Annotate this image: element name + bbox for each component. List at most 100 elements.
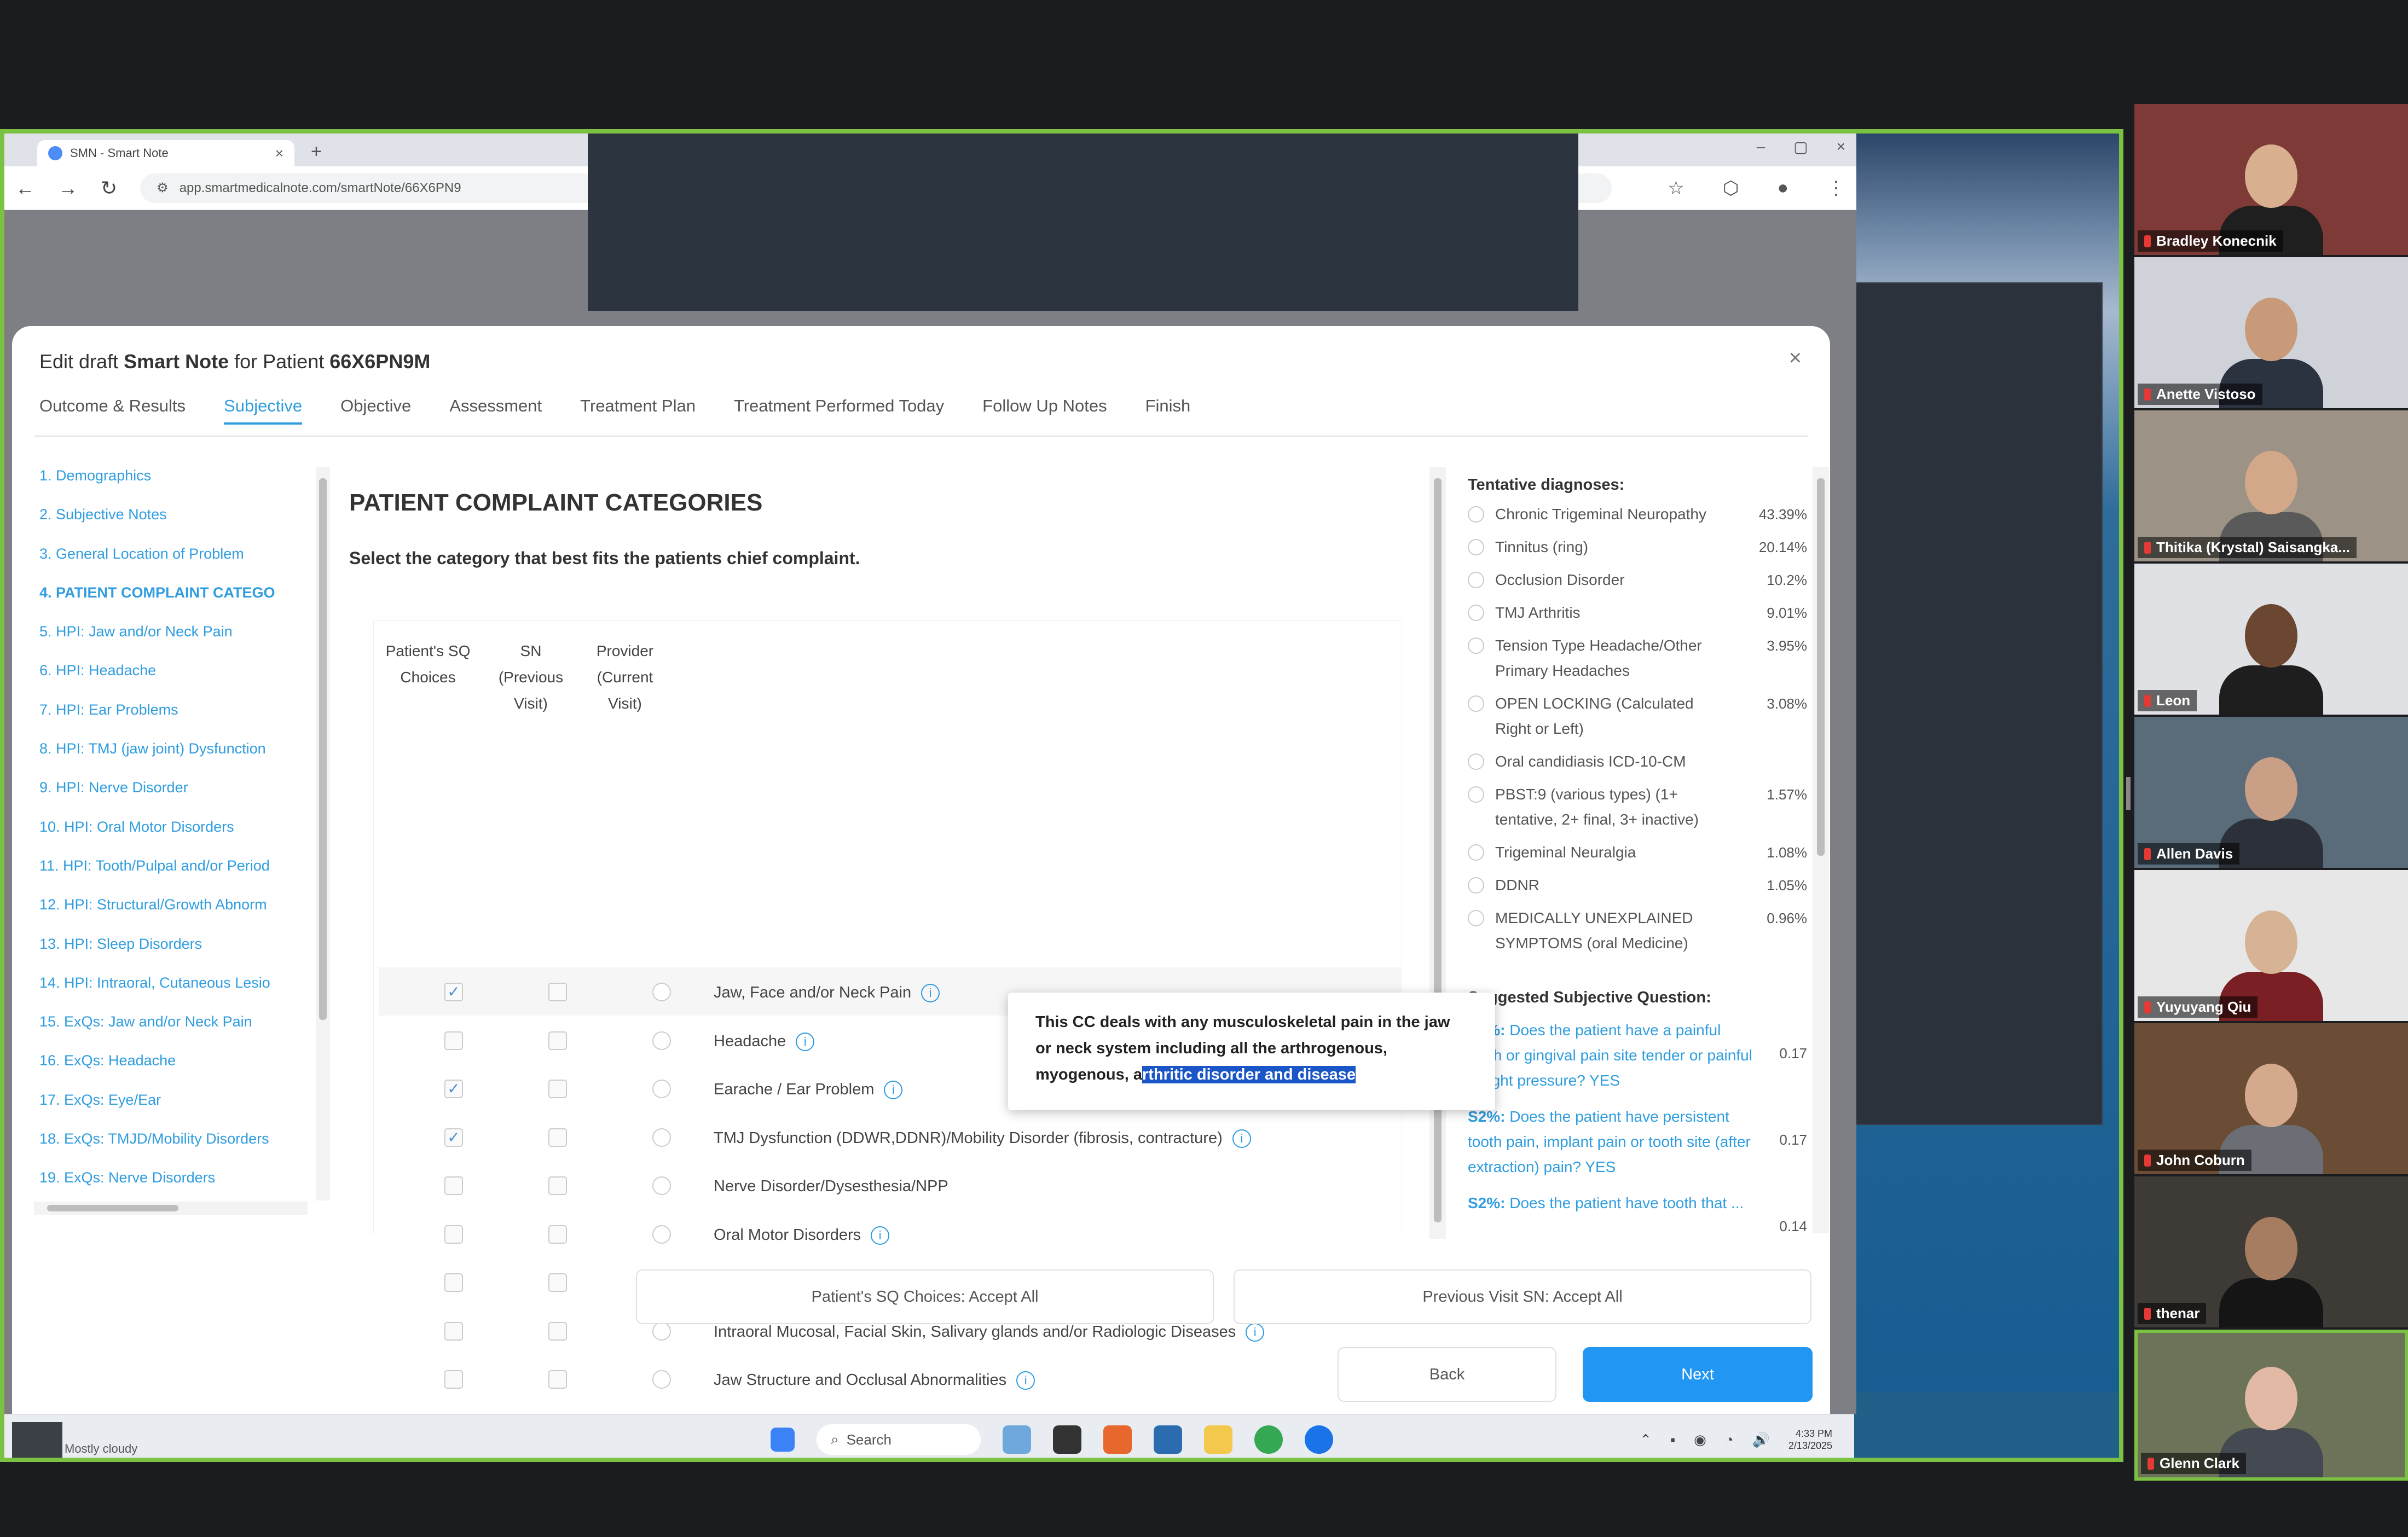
section-nav-item[interactable]: 8. HPI: TMJ (jaw joint) Dysfunction xyxy=(39,740,316,779)
section-nav-item[interactable]: 13. HPI: Sleep Disorders xyxy=(39,936,316,975)
firefox-icon[interactable] xyxy=(1103,1425,1132,1454)
section-nav-item[interactable]: 12. HPI: Structural/Growth Abnorm xyxy=(39,896,316,935)
scroll-thumb[interactable] xyxy=(1434,478,1442,1222)
new-tab-button[interactable]: + xyxy=(311,141,322,163)
browser-tab[interactable]: SMN - Smart Note × xyxy=(37,140,294,166)
tab-subjective[interactable]: Subjective xyxy=(224,396,303,425)
section-nav-scrollbar[interactable] xyxy=(316,467,330,1200)
diagnosis-radio[interactable] xyxy=(1468,695,1484,712)
scroll-thumb[interactable] xyxy=(47,1205,178,1211)
previous-visit-checkbox[interactable] xyxy=(548,1128,567,1147)
section-nav-item[interactable]: 14. HPI: Intraoral, Cutaneous Lesio xyxy=(39,975,316,1013)
participant-tile[interactable]: Leon xyxy=(2134,564,2408,715)
diagnosis-radio[interactable] xyxy=(1468,506,1484,523)
tray-app-icon[interactable]: ◉ xyxy=(1694,1431,1706,1448)
modal-close-button[interactable]: × xyxy=(1789,346,1802,370)
provider-radio[interactable] xyxy=(652,1080,671,1098)
right-scrollbar[interactable] xyxy=(1813,467,1829,1233)
section-nav-item[interactable]: 11. HPI: Tooth/Pulpal and/or Period xyxy=(39,857,316,896)
participant-tile[interactable]: Thitika (Krystal) Saisangka... xyxy=(2134,410,2408,561)
section-nav-hscrollbar[interactable] xyxy=(34,1202,308,1215)
section-nav-item[interactable]: 7. HPI: Ear Problems xyxy=(39,701,316,740)
sq-choice-checkbox[interactable] xyxy=(444,1321,463,1341)
tab-treatment-performed-today[interactable]: Treatment Performed Today xyxy=(734,396,944,425)
provider-radio[interactable] xyxy=(652,1225,671,1244)
section-nav-item[interactable]: 19. ExQs: Nerve Disorders xyxy=(39,1169,316,1200)
participant-tile[interactable]: Yuyuyang Qiu xyxy=(2134,870,2408,1021)
tab-objective[interactable]: Objective xyxy=(340,396,411,425)
sq-choice-checkbox[interactable]: ✓ xyxy=(444,1080,463,1098)
wifi-icon[interactable]: ◔ xyxy=(1725,1431,1734,1448)
provider-radio[interactable] xyxy=(652,1321,671,1341)
next-button[interactable]: Next xyxy=(1583,1347,1813,1402)
previous-visit-checkbox[interactable] xyxy=(548,1273,567,1292)
scroll-thumb[interactable] xyxy=(319,478,327,1020)
accept-all-sq-button[interactable]: Patient's SQ Choices: Accept All xyxy=(636,1269,1214,1324)
volume-icon[interactable]: 🔊 xyxy=(1752,1431,1770,1448)
sq-choice-checkbox[interactable] xyxy=(444,1273,463,1292)
previous-visit-checkbox[interactable] xyxy=(548,1225,567,1244)
participant-tile[interactable]: Bradley Konecnik xyxy=(2134,104,2408,255)
minimize-button[interactable]: – xyxy=(1757,138,1766,156)
previous-visit-checkbox[interactable] xyxy=(548,983,567,1001)
diagnosis-radio[interactable] xyxy=(1468,637,1484,654)
participant-tile[interactable]: John Coburn xyxy=(2134,1023,2408,1174)
previous-visit-checkbox[interactable] xyxy=(548,1370,567,1389)
file-explorer-icon[interactable] xyxy=(1204,1425,1232,1454)
accept-all-previous-button[interactable]: Previous Visit SN: Accept All xyxy=(1234,1269,1811,1324)
diagnosis-radio[interactable] xyxy=(1468,572,1484,588)
suggested-question[interactable]: S2%: Does the patient have tooth that ..… xyxy=(1468,1191,1807,1233)
bookmark-star-icon[interactable]: ☆ xyxy=(1668,177,1684,199)
maximize-button[interactable]: ▢ xyxy=(1793,138,1808,156)
section-nav-item[interactable]: 16. ExQs: Headache xyxy=(39,1052,316,1091)
section-nav-item[interactable]: 15. ExQs: Jaw and/or Neck Pain xyxy=(39,1013,316,1052)
scroll-thumb[interactable] xyxy=(1817,478,1825,856)
task-view-icon[interactable] xyxy=(1053,1425,1081,1454)
weather-widget[interactable] xyxy=(12,1422,62,1458)
section-nav-item[interactable]: 1. Demographics xyxy=(39,467,316,506)
section-nav-item[interactable]: 18. ExQs: TMJD/Mobility Disorders xyxy=(39,1130,316,1169)
sq-choice-checkbox[interactable] xyxy=(444,1176,463,1195)
gallery-drag-handle[interactable] xyxy=(2126,777,2131,810)
diagnosis-radio[interactable] xyxy=(1468,605,1484,621)
diagnosis-radio[interactable] xyxy=(1468,910,1484,926)
clock[interactable]: 4:33 PM 2/13/2025 xyxy=(1788,1428,1832,1452)
back-arrow-icon[interactable]: ← xyxy=(15,177,35,200)
provider-radio[interactable] xyxy=(652,983,671,1001)
close-tab-icon[interactable]: × xyxy=(275,145,283,162)
provider-radio[interactable] xyxy=(652,1128,671,1147)
section-nav-item[interactable]: 9. HPI: Nerve Disorder xyxy=(39,779,316,818)
site-settings-icon[interactable]: ⚙ xyxy=(157,180,169,196)
section-nav-item[interactable]: 3. General Location of Problem xyxy=(39,546,316,584)
previous-visit-checkbox[interactable] xyxy=(548,1080,567,1098)
taskbar-search[interactable]: ⌕ Search xyxy=(817,1424,981,1455)
diagnosis-radio[interactable] xyxy=(1468,877,1484,894)
tab-outcome-results[interactable]: Outcome & Results xyxy=(39,396,186,425)
chrome-icon[interactable] xyxy=(1254,1425,1283,1454)
profile-icon[interactable]: ● xyxy=(1777,177,1788,199)
diagnosis-radio[interactable] xyxy=(1468,753,1484,770)
suggested-question[interactable]: S2%: Does the patient have persistent to… xyxy=(1468,1104,1807,1180)
back-button[interactable]: Back xyxy=(1338,1347,1556,1402)
question-text[interactable]: S2%: Does the patient have tooth that ..… xyxy=(1468,1191,1752,1233)
window-close-button[interactable]: × xyxy=(1837,138,1845,156)
provider-radio[interactable] xyxy=(652,1370,671,1389)
tab-assessment[interactable]: Assessment xyxy=(449,396,542,425)
diagnosis-radio[interactable] xyxy=(1468,786,1484,803)
sq-choice-checkbox[interactable] xyxy=(444,1225,463,1244)
sq-choice-checkbox[interactable] xyxy=(444,1031,463,1050)
diagnosis-radio[interactable] xyxy=(1468,539,1484,555)
info-icon[interactable]: i xyxy=(884,1081,903,1100)
info-icon[interactable]: i xyxy=(796,1032,815,1051)
suggested-question[interactable]: S2%: Does the patient have a painful too… xyxy=(1468,1018,1807,1093)
zoom-icon[interactable] xyxy=(1305,1425,1333,1454)
reload-icon[interactable]: ↻ xyxy=(101,177,117,200)
tray-app-icon[interactable]: ▪ xyxy=(1670,1431,1675,1448)
tab-finish[interactable]: Finish xyxy=(1145,396,1191,425)
tab-follow-up-notes[interactable]: Follow Up Notes xyxy=(982,396,1107,425)
section-nav-item[interactable]: 10. HPI: Oral Motor Disorders xyxy=(39,819,316,857)
section-nav-item[interactable]: 6. HPI: Headache xyxy=(39,662,316,701)
question-text[interactable]: S2%: Does the patient have a painful too… xyxy=(1468,1018,1752,1093)
info-icon[interactable]: i xyxy=(921,984,940,1003)
tab-treatment-plan[interactable]: Treatment Plan xyxy=(580,396,696,425)
